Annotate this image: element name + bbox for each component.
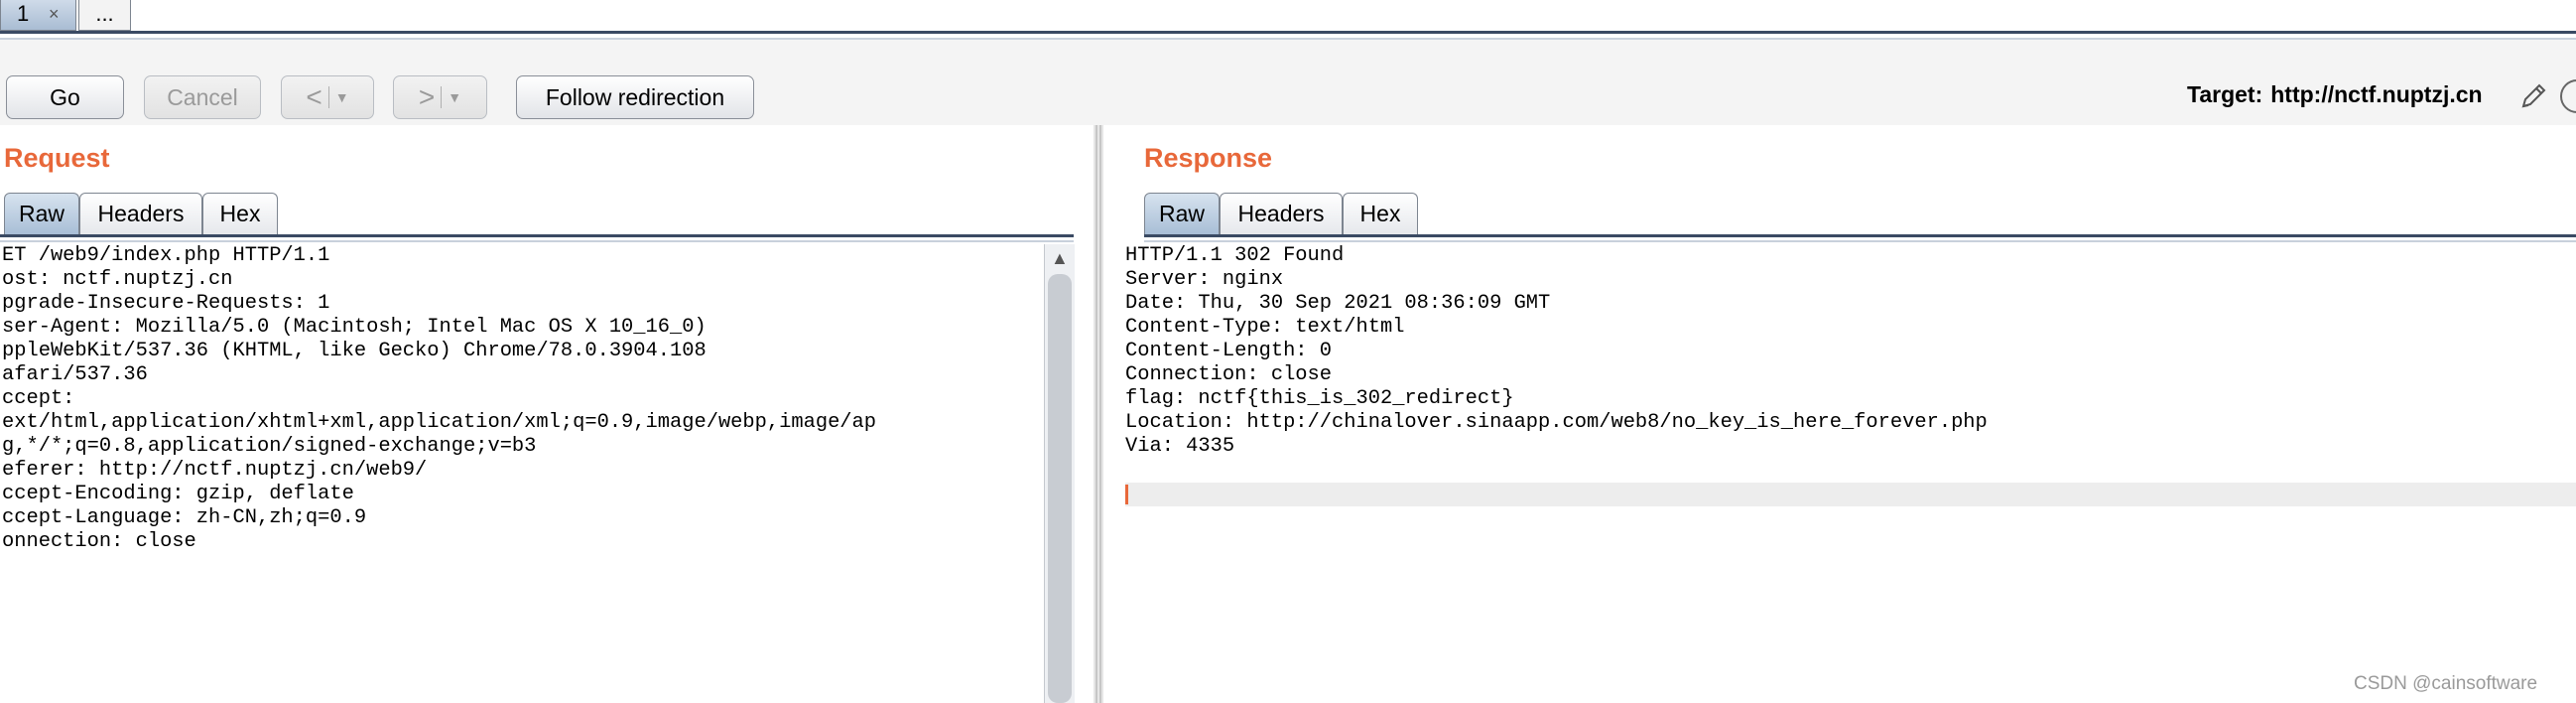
repeater-tab-label: 1 bbox=[17, 1, 30, 26]
response-tab-headers[interactable]: Headers bbox=[1220, 193, 1343, 234]
request-tab-underline-light bbox=[0, 240, 1074, 242]
request-tab-hex[interactable]: Hex bbox=[202, 193, 278, 234]
back-button[interactable]: < ▼ bbox=[281, 75, 374, 119]
request-tab-underline bbox=[0, 234, 1074, 237]
request-pane: Request Raw Headers Hex ET /web9/index.p… bbox=[0, 125, 1094, 703]
response-tab-hex[interactable]: Hex bbox=[1343, 193, 1418, 234]
repeater-tab-1[interactable]: 1 × bbox=[0, 0, 76, 31]
cancel-button[interactable]: Cancel bbox=[144, 75, 261, 119]
target-url: http://nctf.nuptzj.cn bbox=[2270, 81, 2483, 107]
forward-button[interactable]: > ▼ bbox=[393, 75, 487, 119]
watermark: CSDN @cainsoftware bbox=[2354, 673, 2538, 694]
response-tab-raw[interactable]: Raw bbox=[1144, 193, 1220, 234]
dropdown-arrow-icon[interactable]: ▼ bbox=[448, 76, 461, 118]
pane-splitter[interactable] bbox=[1094, 125, 1103, 703]
request-title: Request bbox=[4, 143, 110, 173]
request-editor[interactable]: ET /web9/index.php HTTP/1.1 ost: nctf.nu… bbox=[2, 244, 1044, 703]
target-label: Target: bbox=[2187, 81, 2263, 107]
response-pane: Response Raw Headers Hex HTTP/1.1 302 Fo… bbox=[1103, 125, 2576, 703]
request-tab-headers[interactable]: Headers bbox=[79, 193, 202, 234]
chevron-right-icon: > bbox=[418, 81, 436, 112]
response-editor[interactable]: HTTP/1.1 302 Found Server: nginx Date: T… bbox=[1125, 244, 2574, 703]
request-tab-raw[interactable]: Raw bbox=[4, 193, 79, 234]
button-separator bbox=[327, 86, 329, 108]
scrollbar-thumb[interactable] bbox=[1048, 274, 1072, 703]
response-tab-underline bbox=[1144, 234, 2576, 237]
button-separator bbox=[441, 86, 443, 108]
pencil-icon[interactable] bbox=[2518, 81, 2548, 111]
response-title: Response bbox=[1144, 143, 1273, 173]
repeater-tab-strip: 1 × ... bbox=[0, 0, 2576, 40]
repeater-tab-new[interactable]: ... bbox=[78, 0, 131, 31]
go-button[interactable]: Go bbox=[6, 75, 124, 119]
dropdown-arrow-icon[interactable]: ▼ bbox=[335, 76, 349, 118]
scroll-up-arrow-icon[interactable]: ▲ bbox=[1051, 248, 1069, 269]
chevron-left-icon: < bbox=[306, 81, 322, 112]
follow-redirection-button[interactable]: Follow redirection bbox=[516, 75, 754, 119]
close-icon[interactable]: × bbox=[49, 0, 60, 28]
target-display: Target: http://nctf.nuptzj.cn bbox=[2187, 81, 2483, 108]
response-tab-underline-light bbox=[1144, 240, 2576, 242]
request-scrollbar[interactable]: ▲ bbox=[1044, 244, 1075, 703]
tab-strip-divider bbox=[0, 31, 2576, 34]
